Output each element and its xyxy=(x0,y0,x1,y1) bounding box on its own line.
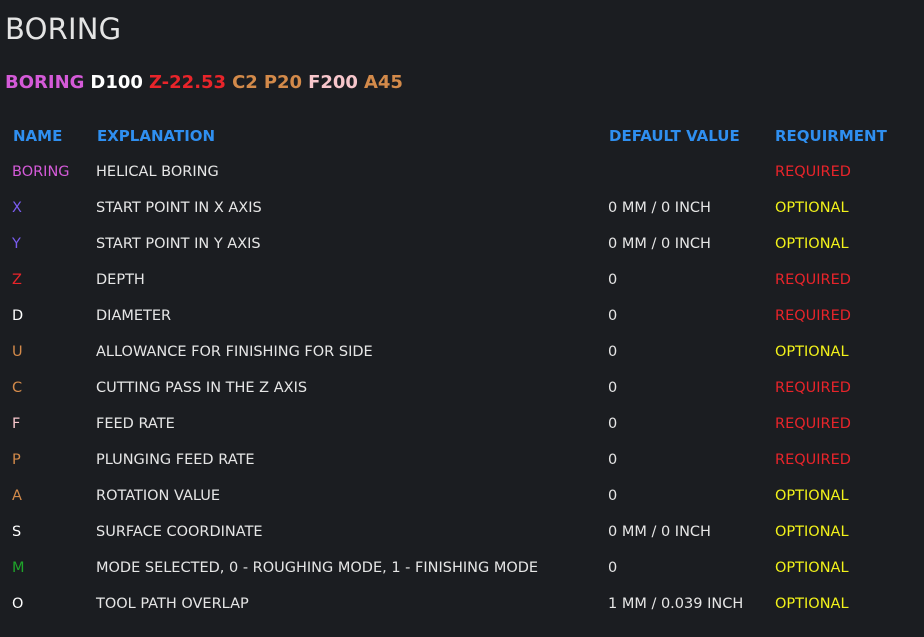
param-requirement: OPTIONAL xyxy=(775,524,849,540)
param-explanation: MODE SELECTED, 0 - ROUGHING MODE, 1 - FI… xyxy=(96,560,539,576)
syntax-token: A45 xyxy=(363,72,403,93)
param-default-value: 1 MM / 0.039 INCH xyxy=(608,596,744,612)
param-name: O xyxy=(12,596,24,612)
param-name: BORING xyxy=(12,164,70,180)
param-name: C xyxy=(12,380,23,396)
param-requirement: REQUIRED xyxy=(775,380,851,396)
param-default-value: 0 xyxy=(608,560,618,576)
syntax-token: BORING xyxy=(5,72,85,93)
table-row: A ROTATION VALUE 0 OPTIONAL xyxy=(4,478,909,514)
table-row: S SURFACE COORDINATE 0 MM / 0 INCH OPTIONAL xyxy=(4,514,909,550)
header-requirement: REQUIRMENT xyxy=(775,127,887,145)
param-name: U xyxy=(12,344,23,360)
param-explanation: HELICAL BORING xyxy=(96,164,219,180)
param-requirement: REQUIRED xyxy=(775,452,851,468)
param-explanation: CUTTING PASS IN THE Z AXIS xyxy=(96,380,308,396)
param-requirement: OPTIONAL xyxy=(775,560,849,576)
table-row: Z DEPTH 0 REQUIRED xyxy=(4,262,909,298)
param-requirement: REQUIRED xyxy=(775,272,851,288)
param-default-value: 0 xyxy=(608,308,618,324)
param-explanation: SURFACE COORDINATE xyxy=(96,524,263,540)
table-row: X START POINT IN X AXIS 0 MM / 0 INCH OPTIO… xyxy=(4,190,909,226)
param-name: F xyxy=(12,416,21,432)
syntax-example: BORING D100 Z-22.53 C2 P20 F200 A45 xyxy=(5,72,409,93)
param-default-value xyxy=(600,154,766,190)
param-name: Y xyxy=(12,236,21,252)
param-explanation: START POINT IN Y AXIS xyxy=(96,236,261,252)
param-explanation: PLUNGING FEED RATE xyxy=(96,452,255,468)
param-requirement: OPTIONAL xyxy=(775,200,849,216)
param-default-value: 0 xyxy=(608,452,618,468)
param-default-value: 0 MM / 0 INCH xyxy=(608,524,711,540)
param-default-value: 0 xyxy=(608,272,618,288)
table-row: Y START POINT IN Y AXIS 0 MM / 0 INCH OPTIO… xyxy=(4,226,909,262)
param-default-value: 0 xyxy=(608,344,618,360)
param-name: D xyxy=(12,308,24,324)
table-row: D DIAMETER 0 REQUIRED xyxy=(4,298,909,334)
param-name: S xyxy=(12,524,22,540)
header-explanation: EXPLANATION xyxy=(97,127,216,145)
param-name: M xyxy=(12,560,25,576)
page: BORING BORING D100 Z-22.53 C2 P20 F200 A45 NAM… xyxy=(0,0,924,637)
param-name: X xyxy=(12,200,22,216)
param-requirement: OPTIONAL xyxy=(775,236,849,252)
page-title: BORING xyxy=(5,12,122,46)
param-default-value: 0 xyxy=(608,416,618,432)
param-requirement: OPTIONAL xyxy=(775,488,849,504)
table-row: F FEED RATE 0 REQUIRED xyxy=(4,406,909,442)
syntax-token: Z-22.53 xyxy=(148,72,227,93)
param-default-value: 0 MM / 0 INCH xyxy=(608,236,711,252)
param-requirement: REQUIRED xyxy=(775,416,851,432)
syntax-token: F200 xyxy=(308,72,358,93)
param-explanation: ROTATION VALUE xyxy=(96,488,221,504)
param-requirement: OPTIONAL xyxy=(775,596,849,612)
table-row: P PLUNGING FEED RATE 0 REQUIRED xyxy=(4,442,909,478)
param-default-value: 0 xyxy=(608,380,618,396)
param-explanation: DIAMETER xyxy=(96,308,172,324)
param-name: Z xyxy=(12,272,22,288)
header-name: NAME xyxy=(13,127,63,145)
param-explanation: START POINT IN X AXIS xyxy=(96,200,262,216)
param-explanation: TOOL PATH OVERLAP xyxy=(96,596,249,612)
param-requirement: REQUIRED xyxy=(775,164,851,180)
table-header-row: NAME EXPLANATION DEFAULT VALUE REQUIRMEN… xyxy=(4,118,909,154)
table-row: BORING HELICAL BORING REQUIRED xyxy=(4,154,909,190)
param-explanation: FEED RATE xyxy=(96,416,175,432)
header-default-value: DEFAULT VALUE xyxy=(609,127,740,145)
parameters-table: NAME EXPLANATION DEFAULT VALUE REQUIRMEN… xyxy=(4,118,909,622)
table-row: O TOOL PATH OVERLAP 1 MM / 0.039 INCH OPTIO… xyxy=(4,586,909,622)
param-requirement: REQUIRED xyxy=(775,308,851,324)
table-row: U ALLOWANCE FOR FINISHING FOR SIDE 0 OPTION… xyxy=(4,334,909,370)
table-row: C CUTTING PASS IN THE Z AXIS 0 REQUIRED xyxy=(4,370,909,406)
table-row: M MODE SELECTED, 0 - ROUGHING MODE, 1 - F… xyxy=(4,550,909,586)
param-default-value: 0 MM / 0 INCH xyxy=(608,200,711,216)
param-name: P xyxy=(12,452,21,468)
param-explanation: ALLOWANCE FOR FINISHING FOR SIDE xyxy=(96,344,373,360)
param-explanation: DEPTH xyxy=(96,272,145,288)
syntax-token: C2 xyxy=(232,72,258,93)
param-requirement: OPTIONAL xyxy=(775,344,849,360)
syntax-token: D100 xyxy=(90,72,143,93)
syntax-token: P20 xyxy=(263,72,303,93)
param-default-value: 0 xyxy=(608,488,618,504)
param-name: A xyxy=(12,488,22,504)
